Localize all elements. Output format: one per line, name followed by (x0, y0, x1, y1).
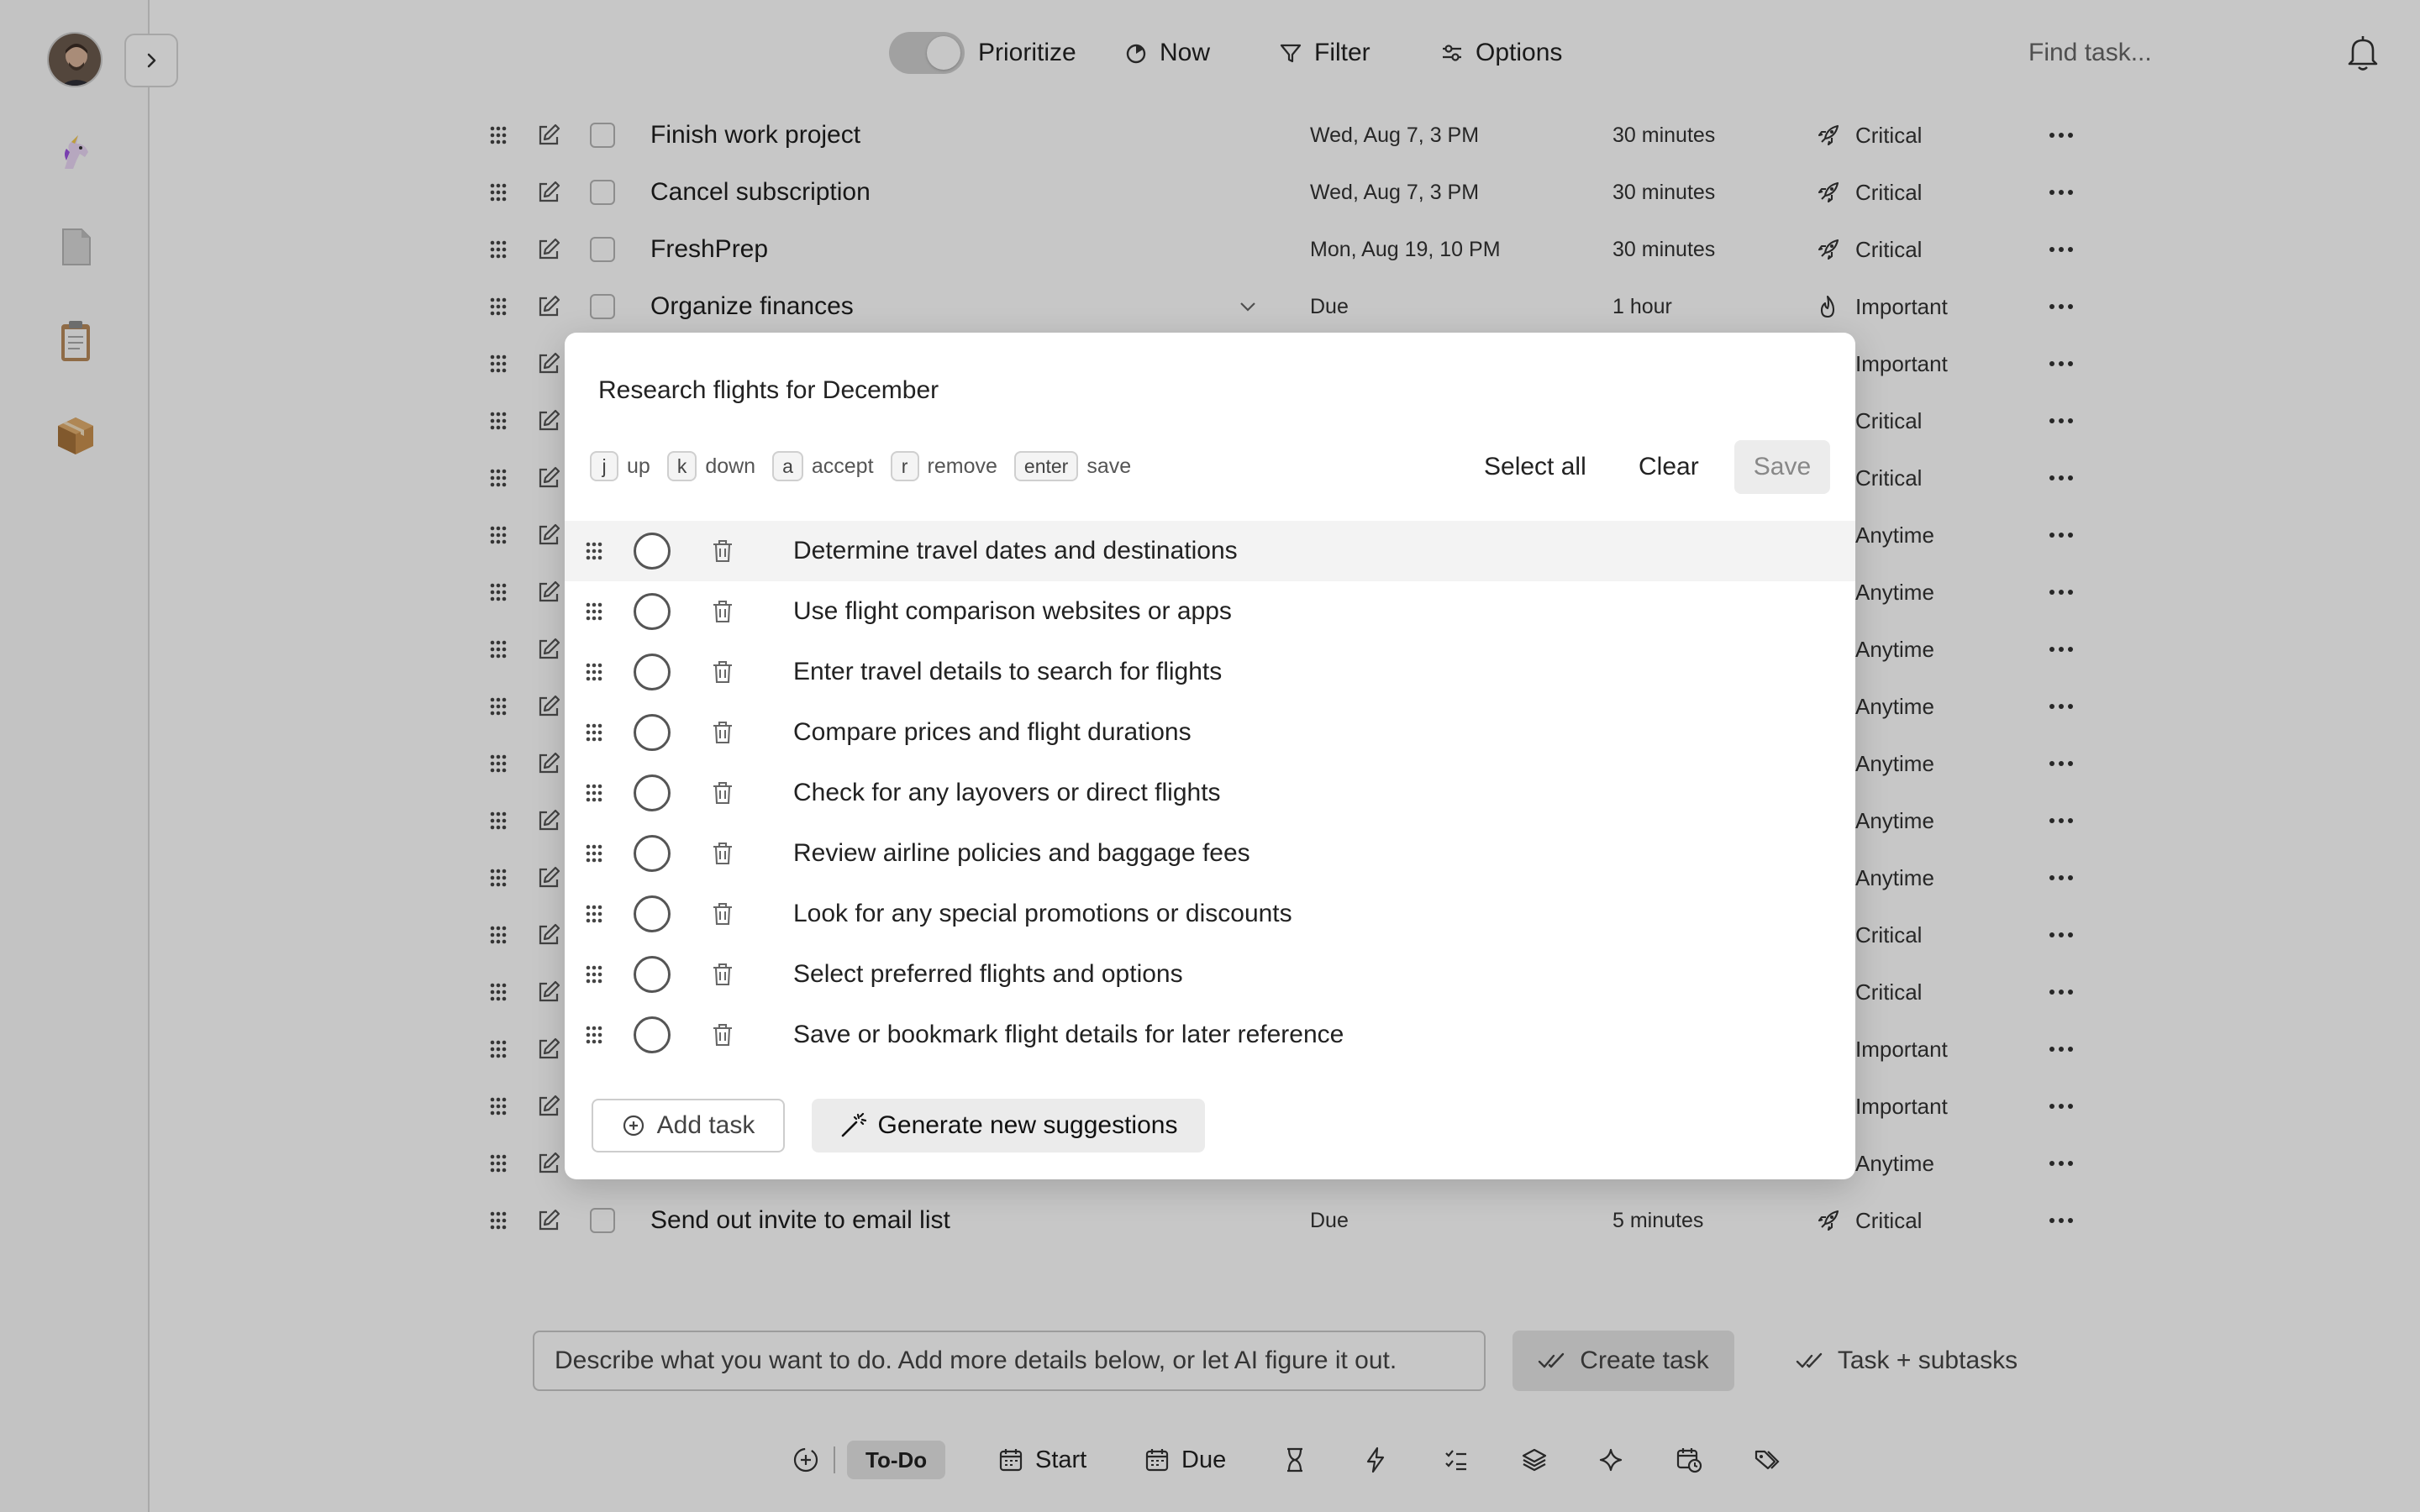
drag-handle-icon[interactable] (585, 844, 603, 863)
generate-suggestions-button[interactable]: Generate new suggestions (812, 1099, 1205, 1152)
trash-icon[interactable] (711, 538, 734, 564)
trash-icon[interactable] (711, 720, 734, 745)
keyboard-shortcuts: j up k down a accept r remove enter save (590, 450, 1139, 482)
trash-icon[interactable] (711, 962, 734, 987)
suggestion-text[interactable]: Determine travel dates and destinations (793, 537, 1238, 565)
accept-circle-checkbox[interactable] (634, 956, 671, 993)
accept-circle-checkbox[interactable] (634, 593, 671, 630)
suggestion-text[interactable]: Select preferred flights and options (793, 960, 1183, 989)
suggestion-list: Determine travel dates and destinations U… (565, 521, 1855, 1065)
accept-circle-checkbox[interactable] (634, 835, 671, 872)
add-task-button[interactable]: Add task (592, 1099, 785, 1152)
shortcut-label: up (627, 454, 650, 478)
shortcut-key: a (772, 451, 803, 481)
drag-handle-icon[interactable] (585, 965, 603, 984)
trash-icon[interactable] (711, 599, 734, 624)
suggestion-text[interactable]: Save or bookmark flight details for late… (793, 1021, 1344, 1049)
trash-icon[interactable] (711, 780, 734, 806)
suggestion-text[interactable]: Review airline policies and baggage fees (793, 839, 1250, 868)
trash-icon[interactable] (711, 659, 734, 685)
accept-circle-checkbox[interactable] (634, 895, 671, 932)
trash-icon[interactable] (711, 841, 734, 866)
select-all-button[interactable]: Select all (1484, 445, 1586, 489)
drag-handle-icon[interactable] (585, 663, 603, 681)
magic-wand-icon (839, 1112, 866, 1139)
drag-handle-icon[interactable] (585, 1026, 603, 1044)
shortcut-key: j (590, 451, 618, 481)
accept-circle-checkbox[interactable] (634, 774, 671, 811)
suggestion-row[interactable]: Check for any layovers or direct flights (565, 763, 1855, 823)
suggestion-row[interactable]: Save or bookmark flight details for late… (565, 1005, 1855, 1065)
save-button[interactable]: Save (1734, 440, 1830, 494)
plus-circle-icon (622, 1114, 645, 1137)
drag-handle-icon[interactable] (585, 602, 603, 621)
accept-circle-checkbox[interactable] (634, 1016, 671, 1053)
suggestion-row[interactable]: Enter travel details to search for fligh… (565, 642, 1855, 702)
accept-circle-checkbox[interactable] (634, 533, 671, 570)
suggestion-row[interactable]: Determine travel dates and destinations (565, 521, 1855, 581)
add-task-label: Add task (656, 1111, 755, 1139)
drag-handle-icon[interactable] (585, 905, 603, 923)
trash-icon[interactable] (711, 901, 734, 927)
drag-handle-icon[interactable] (585, 784, 603, 802)
shortcut-key: k (666, 451, 697, 481)
clear-label: Clear (1639, 453, 1699, 480)
accept-circle-checkbox[interactable] (634, 654, 671, 690)
clear-button[interactable]: Clear (1639, 445, 1699, 489)
suggestion-row[interactable]: Compare prices and flight durations (565, 702, 1855, 763)
generate-label: Generate new suggestions (877, 1111, 1178, 1139)
shortcut-label: remove (927, 454, 997, 478)
shortcut-label: save (1086, 454, 1132, 478)
suggestion-row[interactable]: Review airline policies and baggage fees (565, 823, 1855, 884)
accept-circle-checkbox[interactable] (634, 714, 671, 751)
shortcut-label: down (705, 454, 756, 478)
save-label: Save (1753, 453, 1812, 480)
suggestion-text[interactable]: Check for any layovers or direct flights (793, 779, 1221, 807)
suggestion-text[interactable]: Look for any special promotions or disco… (793, 900, 1292, 928)
suggestion-text[interactable]: Use flight comparison websites or apps (793, 597, 1232, 626)
suggestion-row[interactable]: Look for any special promotions or disco… (565, 884, 1855, 944)
suggestion-row[interactable]: Use flight comparison websites or apps (565, 581, 1855, 642)
suggestion-text[interactable]: Compare prices and flight durations (793, 718, 1192, 747)
trash-icon[interactable] (711, 1022, 734, 1047)
suggestion-text[interactable]: Enter travel details to search for fligh… (793, 658, 1222, 686)
shortcut-key: r (890, 451, 919, 481)
subtask-suggestions-modal: Research flights for December j up k down a a… (565, 333, 1855, 1179)
drag-handle-icon[interactable] (585, 542, 603, 560)
shortcut-key: enter (1013, 451, 1079, 481)
suggestion-row[interactable]: Select preferred flights and options (565, 944, 1855, 1005)
select-all-label: Select all (1484, 453, 1586, 480)
drag-handle-icon[interactable] (585, 723, 603, 742)
shortcut-label: accept (811, 454, 874, 478)
modal-title: Research flights for December (598, 376, 939, 404)
